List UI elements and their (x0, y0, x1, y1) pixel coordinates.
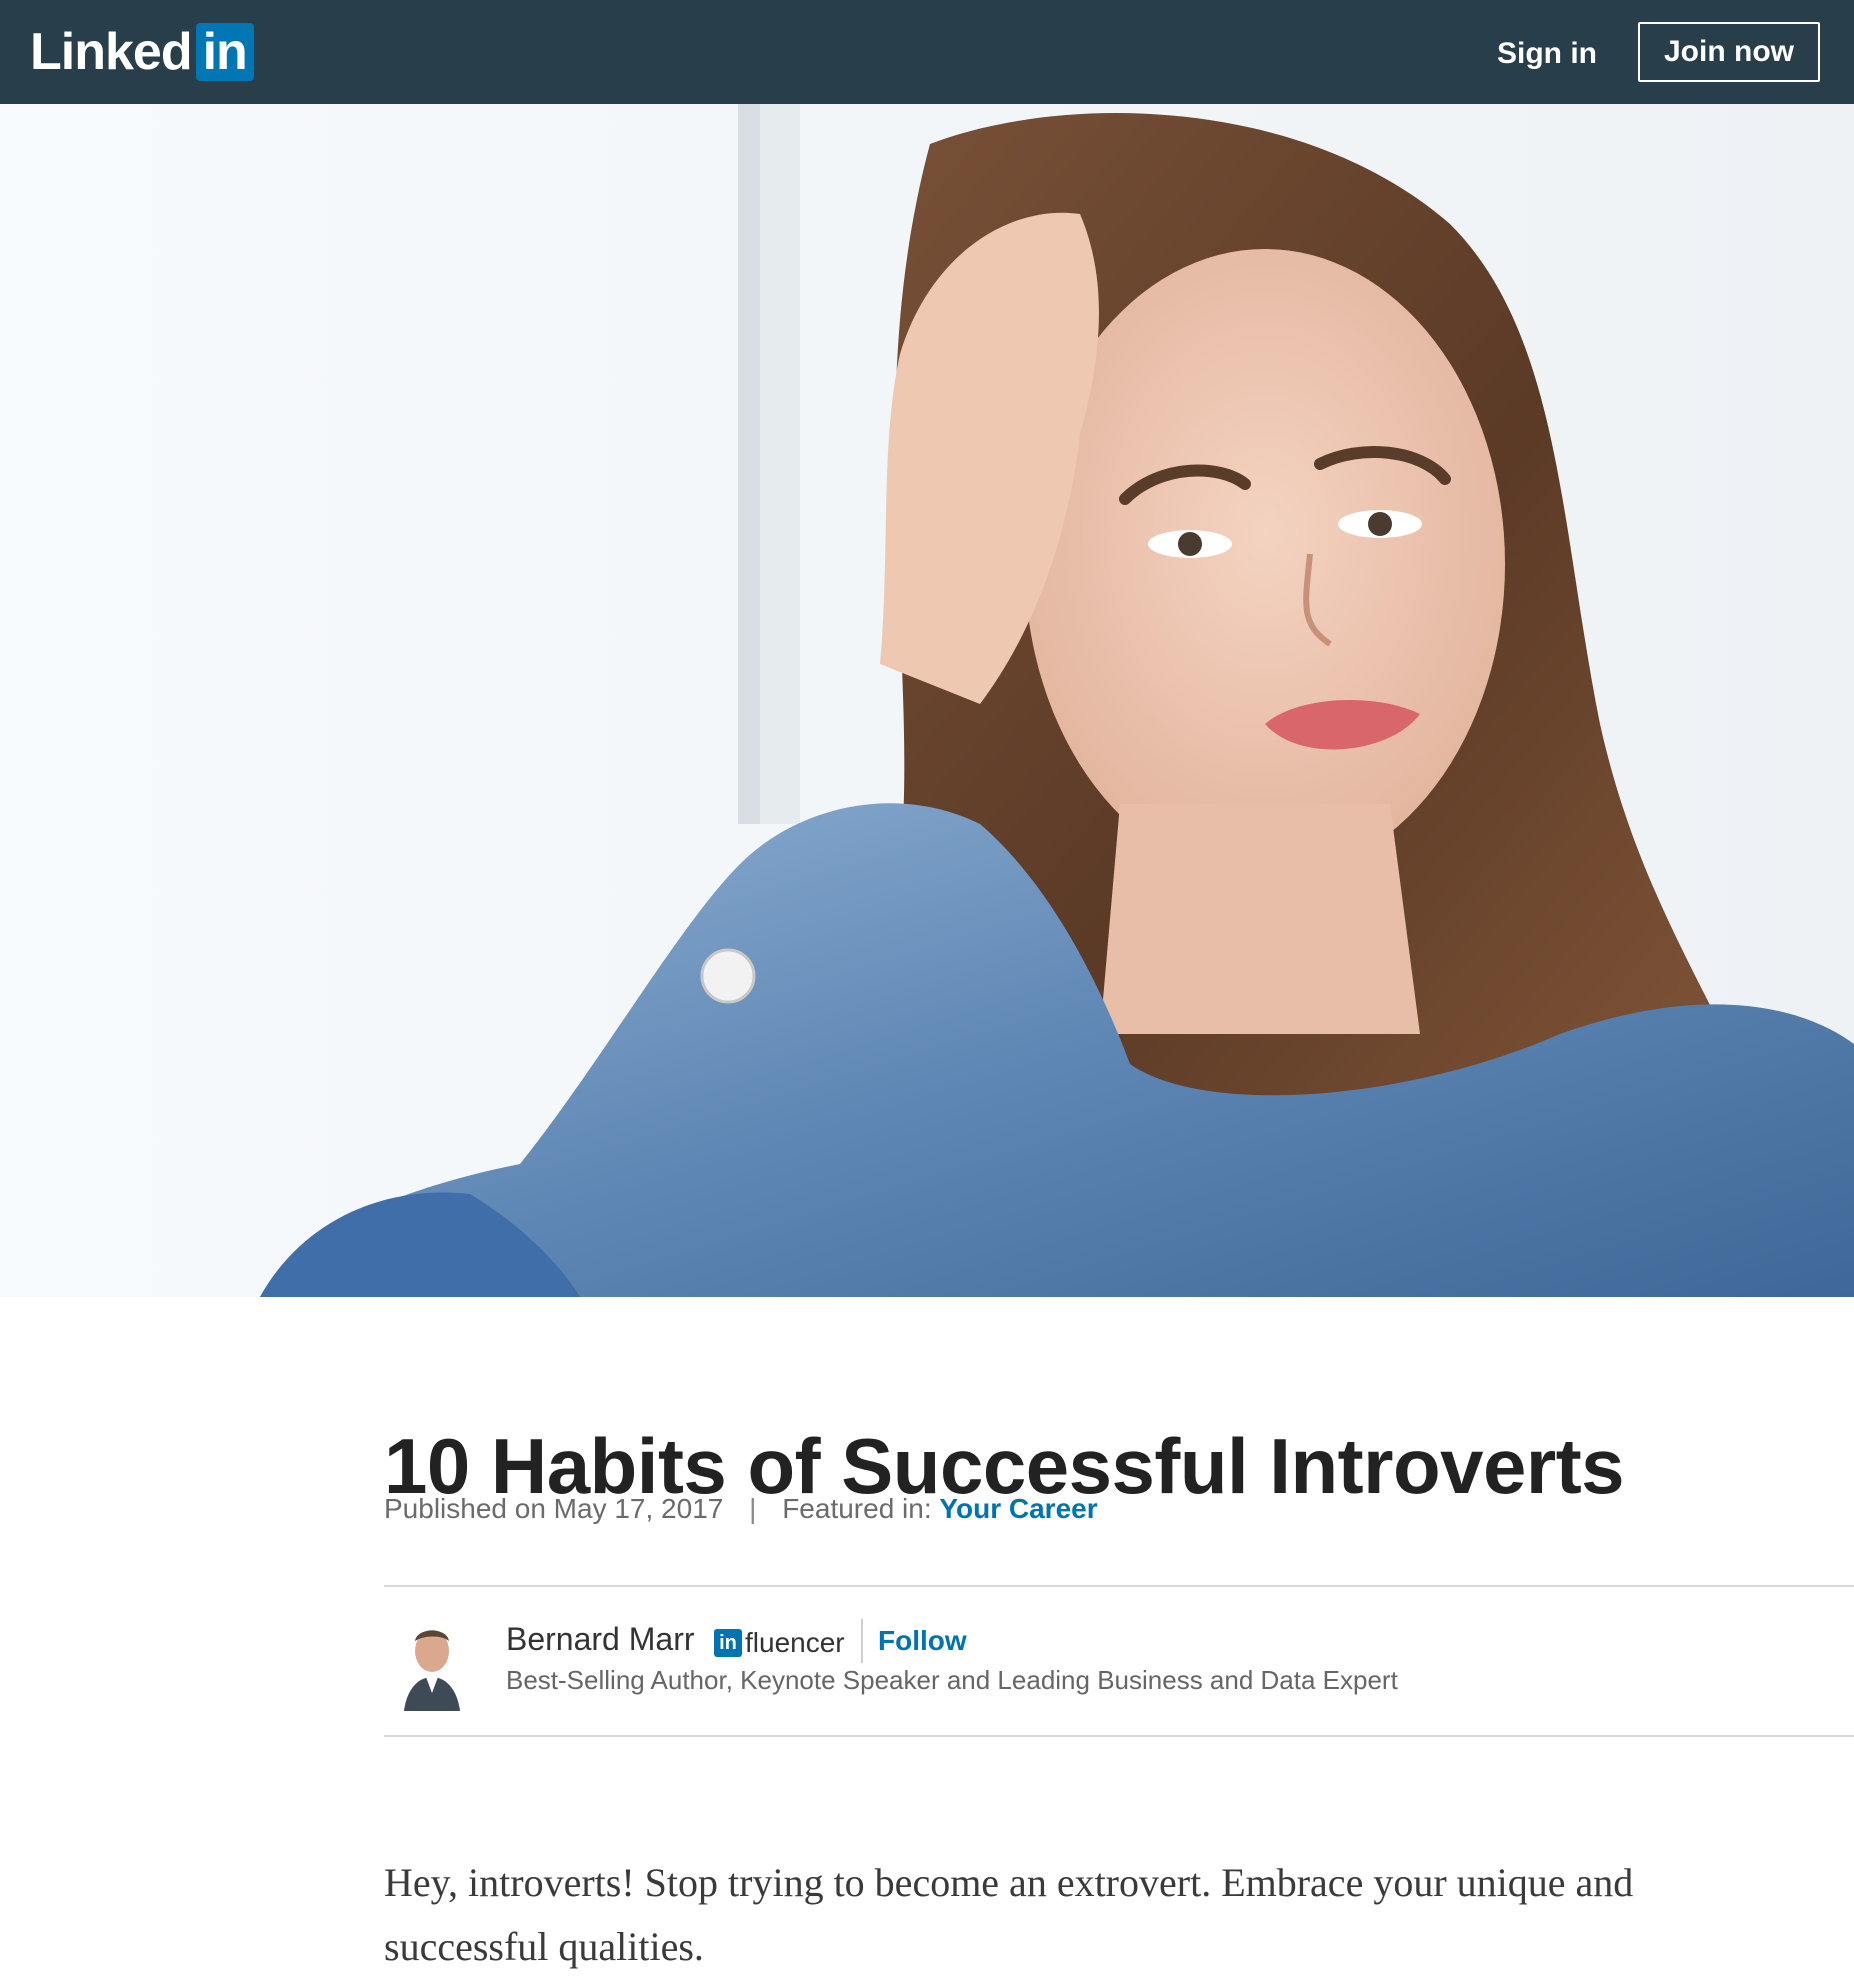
featured-in-link[interactable]: Your Career (939, 1493, 1097, 1524)
join-now-button[interactable]: Join now (1638, 22, 1820, 82)
author-avatar[interactable] (402, 1617, 462, 1711)
author-divider (861, 1619, 863, 1663)
author-photo (402, 1617, 462, 1711)
hero-photo-illustration (0, 104, 1854, 1297)
top-navigation-bar: Linked in Sign in Join now (0, 0, 1854, 104)
logo-text: Linked (30, 23, 193, 81)
linkedin-logo[interactable]: Linked in (30, 22, 254, 82)
article-intro-paragraph: Hey, introverts! Stop trying to become a… (384, 1860, 1634, 1969)
article-meta: Published on May 17, 2017 | Featured in:… (384, 1493, 1098, 1525)
meta-separator: | (749, 1493, 757, 1524)
published-date: Published on May 17, 2017 (384, 1493, 724, 1524)
influencer-in-icon: in (714, 1629, 742, 1657)
influencer-badge-text: fluencer (745, 1627, 845, 1658)
sign-in-link[interactable]: Sign in (1497, 30, 1597, 78)
author-name[interactable]: Bernard Marr (506, 1621, 695, 1658)
follow-button[interactable]: Follow (878, 1625, 967, 1657)
author-headline: Best-Selling Author, Keynote Speaker and… (506, 1665, 1398, 1695)
featured-label: Featured in: (782, 1493, 932, 1524)
influencer-badge: in fluencer (714, 1625, 845, 1661)
divider-bottom (384, 1735, 1854, 1737)
logo-in-box: in (195, 23, 254, 81)
hero-image (0, 104, 1854, 1297)
divider-top (384, 1585, 1854, 1587)
